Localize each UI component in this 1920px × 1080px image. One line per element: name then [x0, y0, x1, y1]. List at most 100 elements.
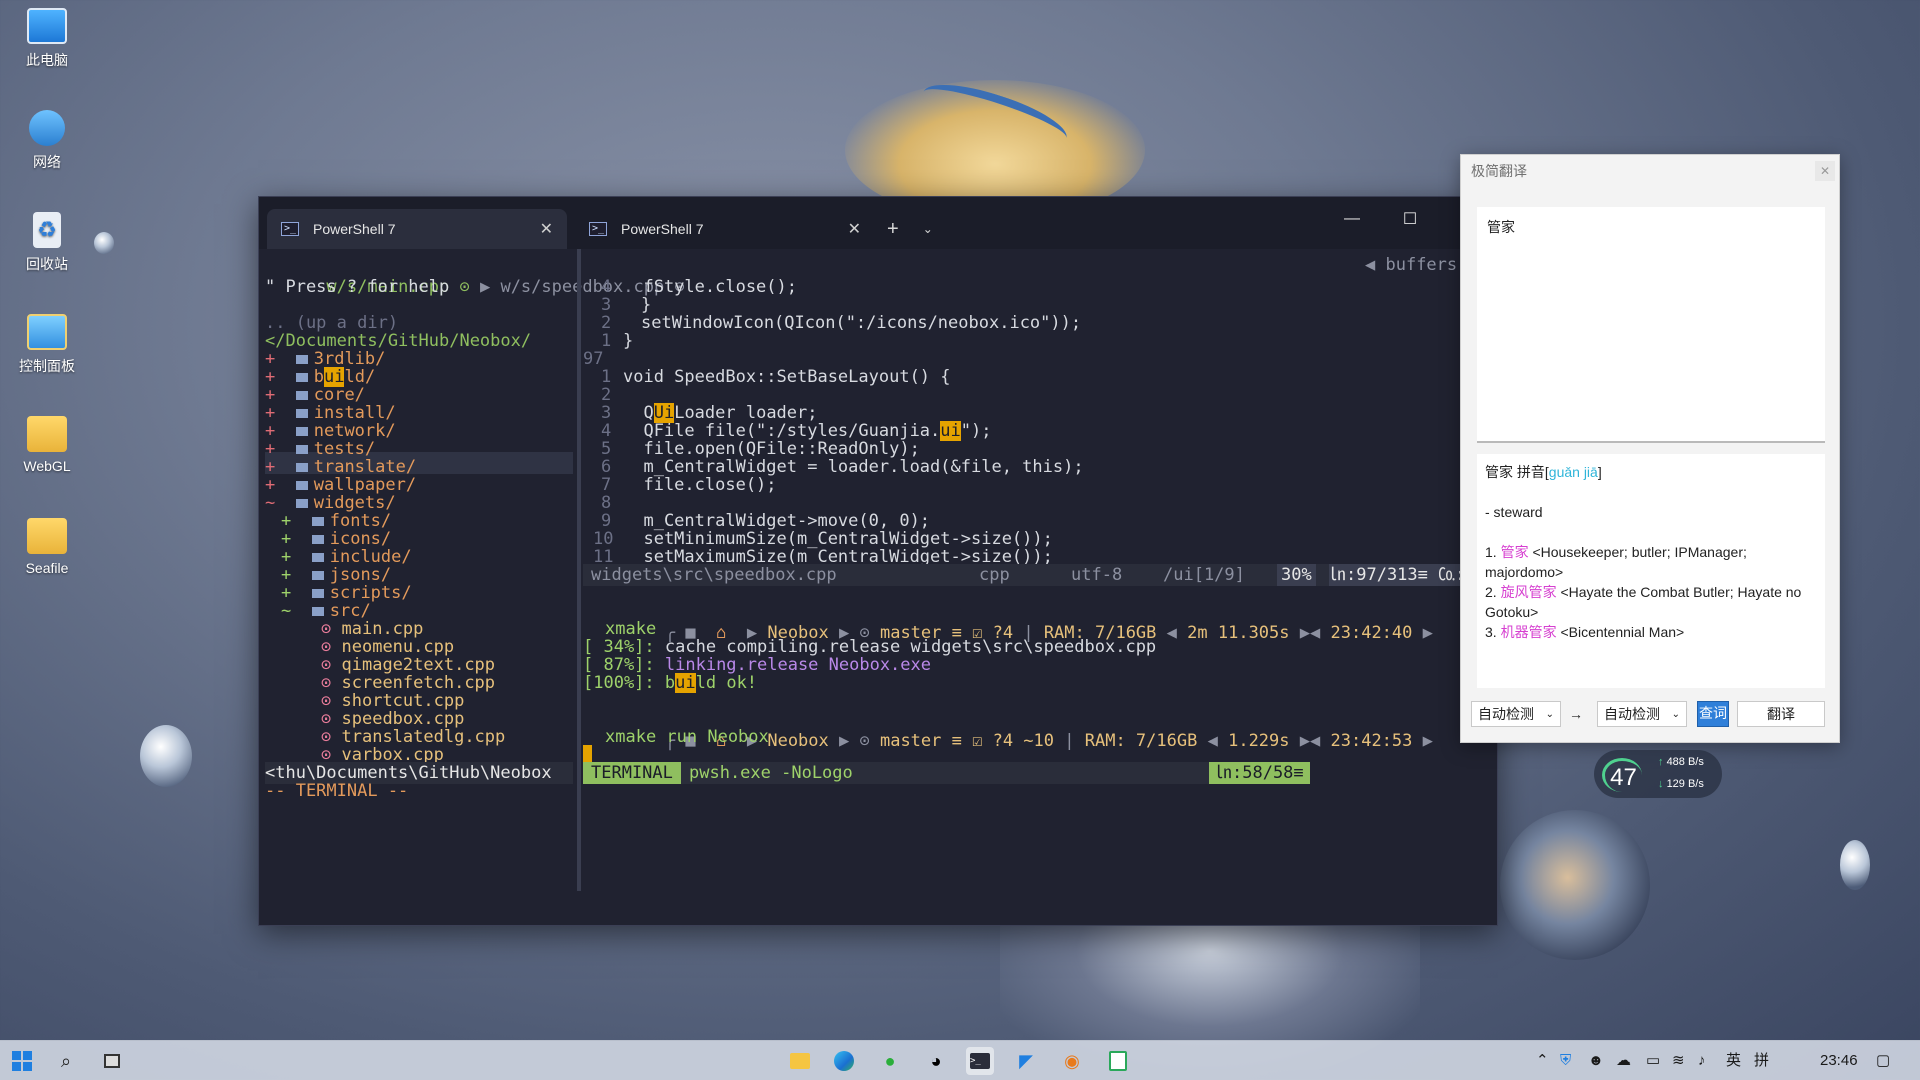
buffers-label: ◀ buffers [1365, 255, 1458, 275]
terminal-taskbar-icon[interactable]: >_ [966, 1047, 994, 1075]
folder-icon [311, 570, 324, 580]
onedrive-icon[interactable]: ☁ [1616, 1041, 1631, 1080]
upload-speed: ↑ 488 B/s [1658, 756, 1704, 768]
blender-icon[interactable]: ◉ [1058, 1047, 1086, 1075]
vscode-icon[interactable]: ◤ [1012, 1047, 1040, 1075]
windows-start-icon[interactable] [8, 1047, 36, 1075]
folder-icon [295, 372, 308, 382]
terminal-statusline: TERMINAL pwsh.exe -NoLogo ㏑:58/58≡ [583, 762, 1310, 784]
cat-icon[interactable]: ☻ [1588, 1041, 1604, 1080]
folder-icon [295, 462, 308, 472]
folder-icon [295, 408, 308, 418]
folder-icon [295, 498, 308, 508]
network-icon [29, 110, 65, 146]
edge-browser-icon[interactable] [830, 1047, 858, 1075]
download-speed: ↓ 129 B/s [1658, 778, 1704, 790]
folder-icon [311, 516, 324, 526]
code-line: } [623, 331, 634, 351]
folder-icon [295, 444, 308, 454]
output-head: 管家 拼音[guǎn jiā] [1485, 464, 1602, 480]
tab-label: PowerShell 7 [621, 221, 704, 237]
mode-indicator: -- TERMINAL -- [265, 781, 409, 801]
search-icon[interactable]: ⌕ [52, 1047, 80, 1075]
output-item: 1. 管家 <Housekeeper; butler; IPManager; m… [1485, 544, 1747, 580]
terminal-body[interactable]: w/s/main.cpp ⊙ ▶ w/s/speedbox.cpp ⊙ ◀ bu… [259, 249, 1497, 925]
tab-powershell-1[interactable]: >_ PowerShell 7 ✕ [267, 209, 567, 249]
taskbar: ⌕ ● ◕ >_ ◤ ◉ ⌃ ⛨ ☻ ☁ ▭ ≋ ♪ 英 拼 23:46 ▢ [0, 1040, 1920, 1080]
recycle-bin-icon: ♻ [33, 212, 61, 248]
split-divider[interactable] [577, 249, 581, 891]
editor-statusline: widgets\src\speedbox.cpp cpp utf-8 /ui[1… [583, 564, 1495, 586]
translator-window[interactable]: 极简翻译 ✕ 管家 管家 拼音[guǎn jiā] - steward 1. 管… [1460, 154, 1840, 743]
wechat-icon[interactable]: ● [876, 1047, 904, 1075]
file-explorer-icon[interactable] [786, 1047, 814, 1075]
folder-icon [295, 354, 308, 364]
close-icon[interactable]: ✕ [848, 219, 861, 239]
output-item: 3. 机器管家 <Bicentennial Man> [1485, 624, 1685, 640]
defender-icon[interactable]: ⛨ [1560, 1041, 1571, 1080]
folder-icon [295, 480, 308, 490]
terminal-tabbar: >_ PowerShell 7 ✕ >_ PowerShell 7 ✕ + ⌄ … [259, 197, 1497, 249]
taskbar-clock[interactable]: 23:46 [1820, 1041, 1858, 1080]
folder-icon [295, 426, 308, 436]
battery-icon[interactable]: ▭ [1646, 1041, 1660, 1080]
wallpaper-drop [140, 725, 192, 787]
minimize-button[interactable]: — [1323, 197, 1381, 241]
translation-output: 管家 拼音[guǎn jiā] - steward 1. 管家 <Houseke… [1477, 454, 1825, 688]
desktop-icon-label: 回收站 [26, 256, 68, 272]
arrow-icon: → [1569, 706, 1583, 722]
volume-icon[interactable]: ♪ [1698, 1041, 1706, 1080]
tab-label: PowerShell 7 [313, 221, 396, 237]
ime-mode-indicator[interactable]: 拼 [1754, 1041, 1769, 1080]
desktop-icon-seafile[interactable]: Seafile [14, 518, 80, 576]
wallpaper-drop [1840, 840, 1870, 890]
query-word-button[interactable]: 查词 [1697, 701, 1729, 727]
desktop-icon-label: 控制面板 [19, 358, 75, 374]
tab-dropdown-button[interactable]: ⌄ [911, 209, 945, 249]
powershell-icon: >_ [589, 222, 607, 236]
translate-button[interactable]: 翻译 [1737, 701, 1825, 727]
desktop-icon-this-pc[interactable]: 此电脑 [14, 8, 80, 70]
code-line: void SpeedBox::SetBaseLayout() { [623, 367, 951, 387]
desktop-icon-recycle-bin[interactable]: ♻ 回收站 [14, 212, 80, 274]
maximize-button[interactable]: ☐ [1381, 197, 1439, 241]
notification-icon[interactable]: ▢ [1876, 1041, 1890, 1080]
close-icon[interactable]: ✕ [1815, 161, 1835, 181]
desktop-icon-label: Seafile [25, 560, 69, 576]
desktop-icon-control-panel[interactable]: 控制面板 [14, 314, 80, 376]
show-hidden-icons[interactable]: ⌃ [1536, 1041, 1549, 1080]
desktop-icon-network[interactable]: 网络 [14, 110, 80, 172]
desktop-icon-label: 网络 [33, 154, 61, 170]
desktop-icon-webgl[interactable]: WebGL [14, 416, 80, 474]
new-tab-button[interactable]: + [875, 209, 911, 249]
output-item: 2. 旋风管家 <Hayate the Combat Butler; Hayat… [1485, 584, 1802, 620]
powershell-icon: >_ [281, 222, 299, 236]
translator-title: 极简翻译 [1471, 163, 1527, 179]
wallpaper-drop [94, 232, 114, 254]
close-icon[interactable]: ✕ [540, 219, 553, 239]
code-line: setWindowIcon(QIcon(":/icons/neobox.ico"… [641, 313, 1082, 333]
source-language-select[interactable]: 自动检测 ⌄ [1471, 701, 1561, 727]
folder-icon [27, 416, 67, 452]
tree-help: " Press ? for help [265, 277, 450, 297]
input-language-indicator[interactable]: 英 [1726, 1041, 1741, 1080]
terminal-window[interactable]: >_ PowerShell 7 ✕ >_ PowerShell 7 ✕ + ⌄ … [258, 196, 1498, 926]
target-language-select[interactable]: 自动检测 ⌄ [1597, 701, 1687, 727]
wifi-icon[interactable]: ≋ [1672, 1041, 1685, 1080]
cpu-usage: 47 [1602, 758, 1642, 792]
wallpaper-orb [1500, 810, 1650, 960]
monitor-icon [27, 8, 67, 44]
folder-icon [311, 534, 324, 544]
qq-icon[interactable]: ◕ [922, 1047, 950, 1075]
speed-monitor-widget[interactable]: 47 ↑ 488 B/s ↓ 129 B/s [1594, 750, 1722, 798]
control-panel-icon [27, 314, 67, 350]
desktop-icon-label: 此电脑 [26, 52, 68, 68]
folder-icon [311, 552, 324, 562]
chevron-down-icon: ⌄ [1671, 708, 1680, 720]
folder-icon [311, 588, 324, 598]
tab-powershell-2[interactable]: >_ PowerShell 7 ✕ [575, 209, 875, 249]
app-icon[interactable] [1104, 1047, 1132, 1075]
task-view-icon[interactable] [98, 1047, 126, 1075]
chevron-down-icon: ⌄ [1545, 708, 1554, 720]
source-text-input[interactable]: 管家 [1477, 207, 1825, 443]
